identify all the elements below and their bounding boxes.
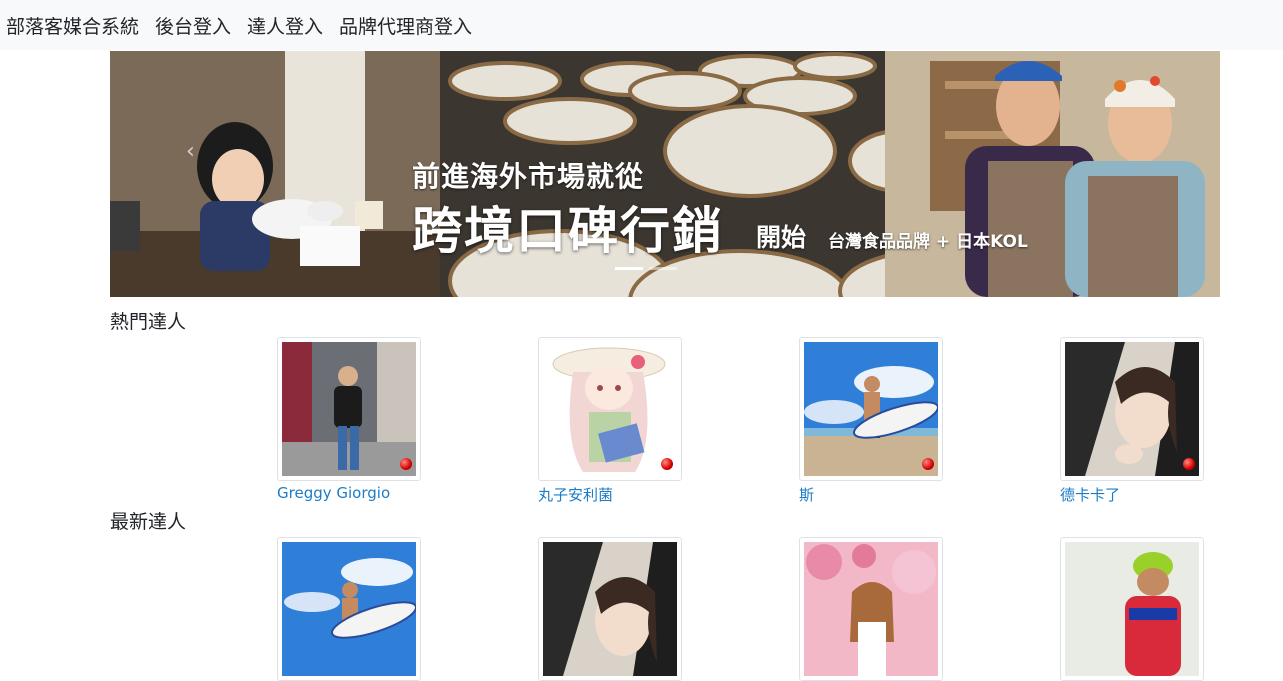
talent-photo: [804, 342, 938, 476]
hot-badge-icon: [1183, 458, 1195, 470]
talent-name-link[interactable]: 丸子安利菌: [538, 484, 682, 505]
talent-photo: [543, 542, 677, 676]
talent-name-link[interactable]: Greggy Giorgio: [277, 484, 421, 502]
nav-admin-login[interactable]: 後台登入: [155, 12, 231, 39]
carousel-indicator-active[interactable]: [615, 267, 643, 270]
banner-subheadline: 台灣食品品牌 + 日本KOL: [828, 232, 1028, 252]
hero-carousel[interactable]: ‹ 前進海外市場就從 跨境口碑行銷 開始 台灣食品品牌 + 日本KOL: [110, 51, 1220, 297]
talent-thumbnail[interactable]: [538, 537, 682, 681]
top-navbar: 部落客媒合系統 後台登入 達人登入 品牌代理商登入: [0, 0, 1283, 50]
talent-card[interactable]: [1060, 537, 1204, 681]
talent-thumbnail[interactable]: [799, 337, 943, 481]
talent-name-link[interactable]: 德卡卡了: [1060, 484, 1204, 505]
talent-photo: [804, 542, 938, 676]
talent-thumbnail[interactable]: [277, 337, 421, 481]
section-title-newest: 最新達人: [110, 511, 187, 533]
talent-photo: [543, 342, 677, 476]
hot-badge-icon: [400, 458, 412, 470]
talent-name-link[interactable]: 斯: [799, 484, 943, 505]
banner-headline-line1: 前進海外市場就從: [412, 160, 645, 193]
talent-card[interactable]: [277, 537, 421, 681]
hot-badge-icon: [661, 458, 673, 470]
talent-photo: [282, 342, 416, 476]
hot-badge-icon: [922, 458, 934, 470]
carousel-indicators: [615, 267, 677, 270]
talent-card[interactable]: 斯: [799, 337, 943, 505]
talent-thumbnail[interactable]: [538, 337, 682, 481]
banner-headline-main: 跨境口碑行銷: [412, 202, 724, 260]
carousel-indicator[interactable]: [649, 267, 677, 270]
talent-thumbnail[interactable]: [799, 537, 943, 681]
talent-photo: [1065, 342, 1199, 476]
talent-card[interactable]: 丸子安利菌: [538, 337, 682, 505]
nav-talent-login[interactable]: 達人登入: [247, 12, 323, 39]
talent-card[interactable]: 德卡卡了: [1060, 337, 1204, 505]
talent-photo: [282, 542, 416, 676]
talent-card[interactable]: [538, 537, 682, 681]
talent-thumbnail[interactable]: [1060, 337, 1204, 481]
talent-card[interactable]: Greggy Giorgio: [277, 337, 421, 502]
brand-link[interactable]: 部落客媒合系統: [6, 12, 139, 39]
carousel-prev-icon[interactable]: ‹: [186, 139, 206, 164]
section-title-popular: 熱門達人: [110, 311, 187, 333]
talent-card[interactable]: [799, 537, 943, 681]
talent-thumbnail[interactable]: [1060, 537, 1204, 681]
nav-brand-agent-login[interactable]: 品牌代理商登入: [339, 12, 472, 39]
banner-headline-suffix: 開始: [756, 223, 807, 252]
talent-photo: [1065, 542, 1199, 676]
talent-thumbnail[interactable]: [277, 537, 421, 681]
